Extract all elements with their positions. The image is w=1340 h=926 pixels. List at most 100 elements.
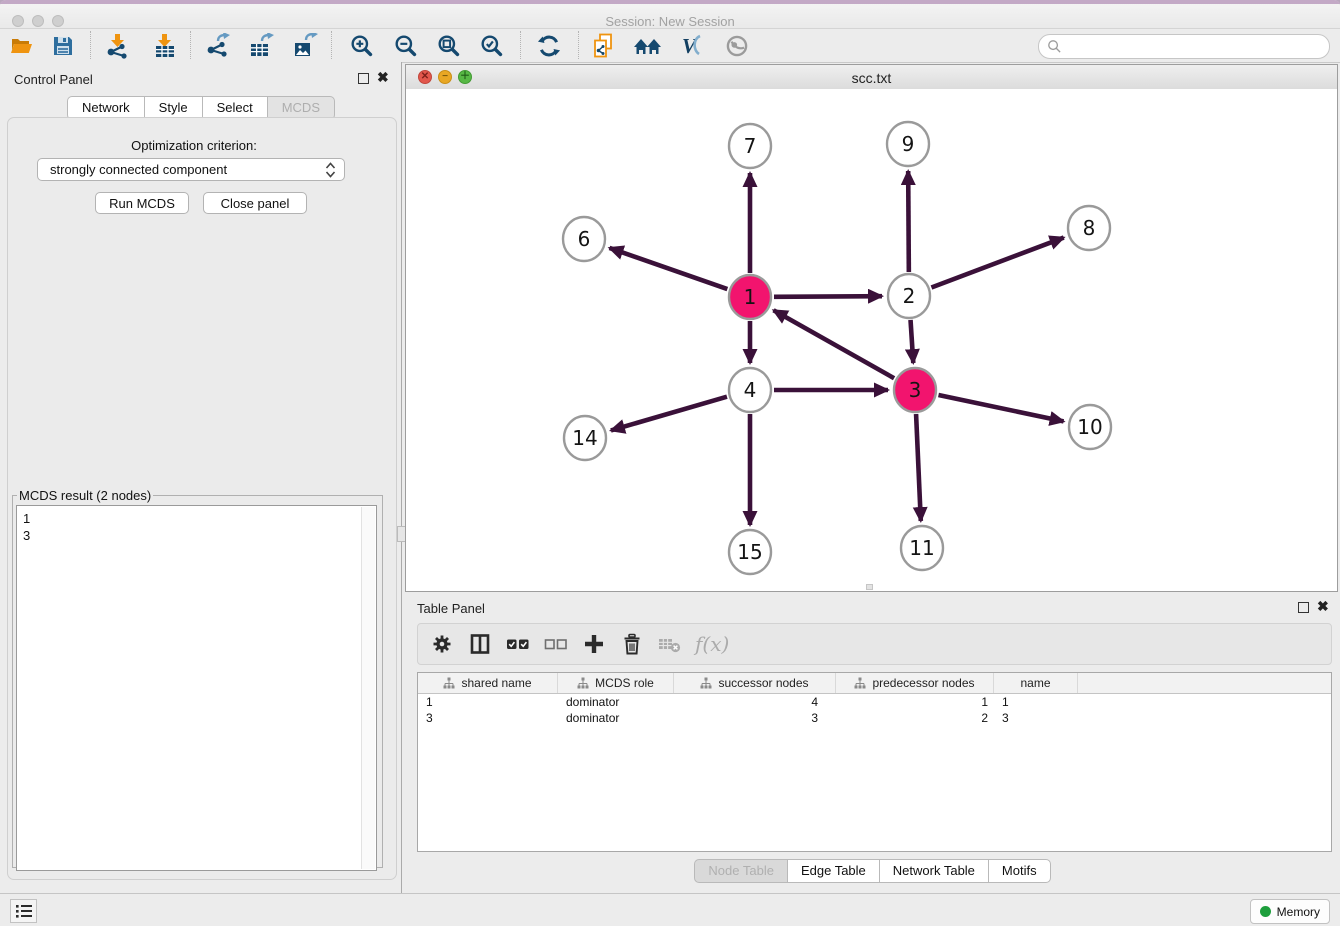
export-network-icon[interactable] <box>201 32 235 60</box>
table-settings-icon[interactable] <box>423 627 461 661</box>
table-float-panel-icon[interactable] <box>1298 602 1309 613</box>
delete-table-icon[interactable] <box>651 627 689 661</box>
edge-1-2[interactable] <box>774 296 882 297</box>
edge-3-1[interactable] <box>774 310 895 378</box>
import-network-icon[interactable] <box>101 32 135 60</box>
table-cell: 1 <box>994 695 1078 709</box>
node-table-header: shared name MCDS role successor nodesprede… <box>418 673 1331 694</box>
edge-3-10[interactable] <box>938 395 1063 421</box>
node-6[interactable]: 6 <box>563 217 605 261</box>
table-tab-motifs[interactable]: Motifs <box>988 859 1051 883</box>
table-cell: 3 <box>418 711 558 725</box>
network-window-titlebar[interactable]: ✕ − ＋ scc.txt <box>406 65 1337 90</box>
table-cell: 3 <box>674 711 836 725</box>
column-label: name <box>1020 676 1050 690</box>
table-toolbar: f(x) <box>417 623 1332 665</box>
table-tab-edge-table[interactable]: Edge Table <box>787 859 879 883</box>
column-header-successor-nodes[interactable]: successor nodes <box>674 673 836 693</box>
control-panel: Control Panel ✖ NetworkStyleSelectMCDS O… <box>0 62 402 893</box>
search-icon <box>1047 39 1062 54</box>
column-header-shared-name[interactable]: shared name <box>418 673 558 693</box>
column-header-name[interactable]: name <box>994 673 1078 693</box>
add-column-icon[interactable] <box>575 627 613 661</box>
node-table[interactable]: shared name MCDS role successor nodesprede… <box>417 672 1332 852</box>
edge-4-14[interactable] <box>611 397 727 431</box>
float-panel-icon[interactable] <box>358 73 369 84</box>
application-window: Session: New Session <box>0 0 1340 926</box>
open-session-icon[interactable] <box>5 32 39 60</box>
mcds-result-scrollbar[interactable] <box>361 507 375 869</box>
hide-selected-icon[interactable] <box>720 32 754 60</box>
first-neighbors-icon[interactable] <box>631 32 665 60</box>
column-layout-icon[interactable] <box>461 627 499 661</box>
svg-text:9: 9 <box>902 132 915 156</box>
table-tab-node-table[interactable]: Node Table <box>694 859 787 883</box>
table-cell: dominator <box>558 711 674 725</box>
control-panel-title: Control Panel <box>14 72 93 87</box>
refresh-view-icon[interactable] <box>532 32 566 60</box>
clone-network-icon[interactable] <box>587 32 621 60</box>
svg-text:14: 14 <box>572 426 597 450</box>
mcds-result-title: MCDS result (2 nodes) <box>17 488 153 503</box>
column-type-icon <box>700 677 712 689</box>
save-session-icon[interactable] <box>46 32 80 60</box>
svg-text:10: 10 <box>1077 415 1102 439</box>
network-graph[interactable]: 7 9 6 8 1 2 4 3 14 10 15 11 <box>406 89 1337 591</box>
zoom-out-icon[interactable] <box>389 32 423 60</box>
node-7[interactable]: 7 <box>729 124 771 168</box>
criterion-select[interactable]: strongly connected component <box>37 158 345 181</box>
node-1[interactable]: 1 <box>729 275 771 319</box>
svg-text:6: 6 <box>578 227 591 251</box>
task-history-button[interactable] <box>10 899 37 923</box>
table-row[interactable]: 3dominator323 <box>418 710 1331 726</box>
column-header-predecessor-nodes[interactable]: predecessor nodes <box>836 673 994 693</box>
column-label: MCDS role <box>595 676 654 690</box>
node-3[interactable]: 3 <box>894 368 936 412</box>
search-input[interactable] <box>1066 37 1321 57</box>
node-14[interactable]: 14 <box>564 416 606 460</box>
vizmapper-icon[interactable]: V <box>675 32 709 60</box>
zoom-selected-icon[interactable] <box>475 32 509 60</box>
edge-3-11[interactable] <box>916 414 921 521</box>
node-11[interactable]: 11 <box>901 526 943 570</box>
zoom-fit-icon[interactable] <box>432 32 466 60</box>
node-10[interactable]: 10 <box>1069 405 1111 449</box>
run-mcds-button[interactable]: Run MCDS <box>95 192 189 214</box>
edge-1-6[interactable] <box>609 248 727 289</box>
node-table-body: 1dominator4113dominator323 <box>418 694 1331 726</box>
select-arrows-icon <box>325 162 336 178</box>
mcds-result-textarea[interactable]: 1 3 <box>16 505 377 871</box>
deselect-all-icon[interactable] <box>537 627 575 661</box>
column-header-MCDS-role[interactable]: MCDS role <box>558 673 674 693</box>
select-all-icon[interactable] <box>499 627 537 661</box>
zoom-in-icon[interactable] <box>345 32 379 60</box>
memory-button[interactable]: Memory <box>1250 899 1330 924</box>
svg-text:15: 15 <box>737 540 762 564</box>
search-box[interactable] <box>1038 34 1330 59</box>
close-panel-icon[interactable]: ✖ <box>377 72 389 83</box>
table-tab-network-table[interactable]: Network Table <box>879 859 988 883</box>
table-close-panel-icon[interactable]: ✖ <box>1317 601 1329 612</box>
table-cell: 1 <box>836 695 994 709</box>
edge-2-9[interactable] <box>908 171 909 272</box>
network-view-window: ✕ − ＋ scc.txt 7 9 6 8 1 2 4 3 14 10 15 11 <box>405 64 1338 592</box>
table-panel-title: Table Panel <box>417 601 485 616</box>
edge-2-8[interactable] <box>931 238 1063 288</box>
svg-text:4: 4 <box>744 378 757 402</box>
node-2[interactable]: 2 <box>888 274 930 318</box>
node-9[interactable]: 9 <box>887 122 929 166</box>
import-table-icon[interactable] <box>148 32 182 60</box>
node-4[interactable]: 4 <box>729 368 771 412</box>
table-row[interactable]: 1dominator411 <box>418 694 1331 710</box>
export-table-icon[interactable] <box>244 32 278 60</box>
column-type-icon <box>854 677 866 689</box>
network-resize-handle[interactable] <box>866 584 873 590</box>
node-8[interactable]: 8 <box>1068 206 1110 250</box>
node-15[interactable]: 15 <box>729 530 771 574</box>
close-panel-button[interactable]: Close panel <box>203 192 307 214</box>
edge-2-3[interactable] <box>911 320 914 363</box>
function-builder-icon[interactable]: f(x) <box>695 632 729 656</box>
export-image-icon[interactable] <box>288 32 322 60</box>
svg-text:3: 3 <box>909 378 922 402</box>
delete-column-icon[interactable] <box>613 627 651 661</box>
